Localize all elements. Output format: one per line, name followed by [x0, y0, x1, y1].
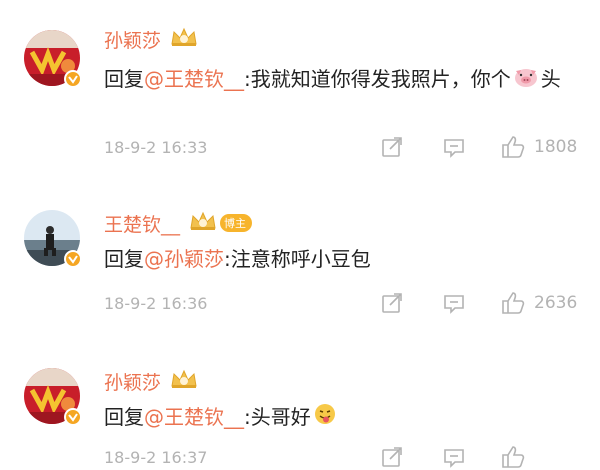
comment-text: 回复@孙颖莎:注意称呼小豆包 [104, 242, 584, 276]
share-button[interactable] [380, 134, 404, 160]
share-button[interactable] [380, 290, 404, 316]
avatar[interactable] [24, 368, 82, 426]
comment-item: 王楚钦__ 博主 回复@孙颖莎:注意称呼小豆包 18-9-2 16:36 263… [0, 178, 600, 328]
like-button[interactable] [500, 444, 534, 470]
username[interactable]: 孙颖莎 [104, 26, 161, 53]
like-count: 2636 [534, 293, 578, 313]
avatar[interactable] [24, 210, 82, 268]
comment-text-part: :我就知道你得发我照片，你个 [244, 67, 511, 91]
tongue-out-face-icon [313, 402, 337, 436]
share-button[interactable] [380, 444, 404, 470]
like-count: 1808 [534, 137, 578, 157]
share-icon [380, 445, 404, 469]
reply-button[interactable] [442, 290, 466, 316]
reply-button[interactable] [442, 134, 466, 160]
verified-badge-icon [64, 250, 82, 268]
timestamp: 18-9-2 16:36 [104, 293, 208, 313]
reply-button[interactable] [442, 444, 466, 470]
share-icon [380, 135, 404, 159]
comment-text: 回复@王楚钦__:头哥好 [104, 400, 584, 436]
crown-icon [188, 210, 218, 236]
avatar[interactable] [24, 30, 82, 88]
mention-link[interactable]: @王楚钦__ [144, 405, 244, 429]
comment-icon [442, 291, 466, 315]
share-icon [380, 291, 404, 315]
mention-link[interactable]: @孙颖莎 [144, 247, 224, 271]
username[interactable]: 孙颖莎 [104, 368, 161, 395]
thumbs-up-icon [500, 444, 526, 470]
comment-text-part: 头 [540, 67, 561, 91]
timestamp: 18-9-2 16:33 [104, 137, 208, 157]
comment-icon [442, 445, 466, 469]
crown-icon [169, 26, 199, 52]
comment-text-part: :头哥好 [244, 405, 311, 429]
username[interactable]: 王楚钦__ [104, 210, 180, 237]
comment-icon [442, 135, 466, 159]
comment-text: 回复@王楚钦__:我就知道你得发我照片，你个 头 [104, 62, 584, 98]
pig-face-icon [513, 64, 539, 98]
timestamp: 18-9-2 16:37 [104, 447, 208, 467]
comment-item: 孙颖莎 回复@王楚钦__:我就知道你得发我照片，你个 头 18-9-2 16:33… [0, 0, 600, 158]
mention-link[interactable]: @王楚钦__ [144, 67, 244, 91]
reply-prefix: 回复 [104, 247, 144, 271]
like-button[interactable]: 1808 [500, 134, 577, 160]
like-button[interactable]: 2636 [500, 290, 577, 316]
verified-badge-icon [64, 408, 82, 426]
thumbs-up-icon [500, 290, 526, 316]
verified-badge-icon [64, 70, 82, 88]
reply-prefix: 回复 [104, 405, 144, 429]
comment-text-part: :注意称呼小豆包 [224, 247, 371, 271]
crown-icon [169, 368, 199, 394]
thumbs-up-icon [500, 134, 526, 160]
reply-prefix: 回复 [104, 67, 144, 91]
comment-item: 孙颖莎 回复@王楚钦__:头哥好 18-9-2 16:37 [0, 336, 600, 468]
host-badge: 博主 [220, 214, 253, 232]
